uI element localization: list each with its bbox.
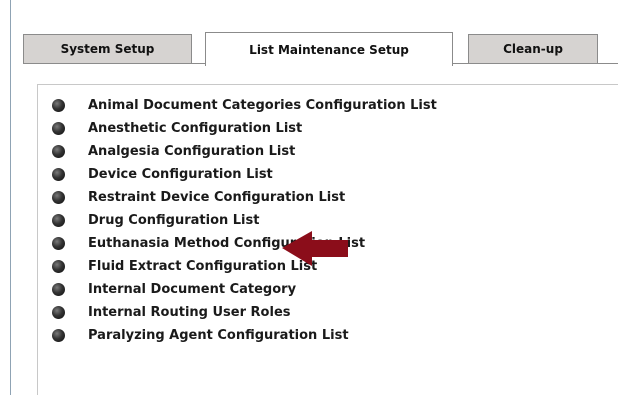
left-border <box>10 0 11 395</box>
list-item-label: Paralyzing Agent Configuration List <box>88 328 349 343</box>
configuration-list: Animal Document Categories Configuration… <box>52 94 437 347</box>
list-item-label: Analgesia Configuration List <box>88 144 296 159</box>
list-item-analgesia[interactable]: Analgesia Configuration List <box>52 140 437 163</box>
list-item-label: Device Configuration List <box>88 167 273 182</box>
round-bullet-icon <box>52 145 65 158</box>
round-bullet-icon <box>52 191 65 204</box>
list-item-euthanasia-method[interactable]: Euthanasia Method Configuration List <box>52 232 437 255</box>
list-item-paralyzing-agent[interactable]: Paralyzing Agent Configuration List <box>52 324 437 347</box>
round-bullet-icon <box>52 329 65 342</box>
list-item-label: Internal Document Category <box>88 282 297 297</box>
list-item-label: Animal Document Categories Configuration… <box>88 98 437 113</box>
round-bullet-icon <box>52 122 65 135</box>
round-bullet-icon <box>52 214 65 227</box>
tab-clean-up[interactable]: Clean-up <box>468 34 598 64</box>
round-bullet-icon <box>52 283 65 296</box>
list-item-animal-document-categories[interactable]: Animal Document Categories Configuration… <box>52 94 437 117</box>
round-bullet-icon <box>52 99 65 112</box>
tab-clean-up-label: Clean-up <box>503 42 563 56</box>
list-maintenance-page: System Setup List Maintenance Setup Clea… <box>0 0 618 395</box>
list-item-device[interactable]: Device Configuration List <box>52 163 437 186</box>
tab-strip-divider <box>192 63 205 64</box>
left-arrow-icon <box>282 231 348 266</box>
list-item-label: Drug Configuration List <box>88 213 260 228</box>
list-item-restraint-device[interactable]: Restraint Device Configuration List <box>52 186 437 209</box>
list-item-internal-routing-user-roles[interactable]: Internal Routing User Roles <box>52 301 437 324</box>
tab-system-setup[interactable]: System Setup <box>23 34 192 64</box>
tab-strip-divider <box>453 63 468 64</box>
list-item-drug[interactable]: Drug Configuration List <box>52 209 437 232</box>
round-bullet-icon <box>52 306 65 319</box>
round-bullet-icon <box>52 168 65 181</box>
tab-list-maintenance-setup[interactable]: List Maintenance Setup <box>205 32 453 66</box>
list-item-anesthetic[interactable]: Anesthetic Configuration List <box>52 117 437 140</box>
list-item-label: Restraint Device Configuration List <box>88 190 346 205</box>
tab-strip-divider <box>598 63 618 64</box>
round-bullet-icon <box>52 260 65 273</box>
list-item-label: Anesthetic Configuration List <box>88 121 303 136</box>
list-item-label: Internal Routing User Roles <box>88 305 291 320</box>
list-item-fluid-extract[interactable]: Fluid Extract Configuration List <box>52 255 437 278</box>
round-bullet-icon <box>52 237 65 250</box>
list-item-internal-document-category[interactable]: Internal Document Category <box>52 278 437 301</box>
tab-system-setup-label: System Setup <box>60 42 155 56</box>
tab-list-maintenance-setup-label: List Maintenance Setup <box>249 42 409 57</box>
arrow-shape <box>282 231 348 266</box>
